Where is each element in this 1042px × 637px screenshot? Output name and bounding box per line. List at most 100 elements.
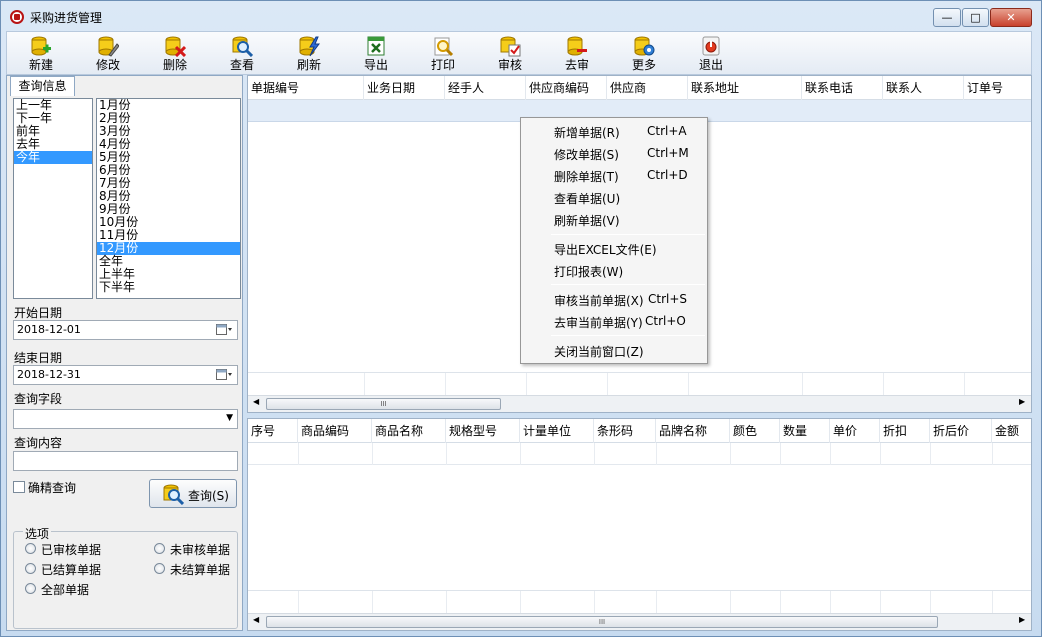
query-field-select[interactable]: ▼ xyxy=(13,409,238,429)
year-list[interactable]: 上一年 下一年 前年 去年 今年 xyxy=(13,98,93,299)
column-divider xyxy=(298,591,299,613)
minimize-button[interactable]: — xyxy=(933,8,961,27)
column-divider xyxy=(656,591,657,613)
column-divider xyxy=(446,443,447,465)
column-header[interactable]: 单据编号 xyxy=(248,76,364,100)
scroll-right-icon[interactable]: ▶ xyxy=(1019,615,1025,624)
column-header[interactable]: 供应商编码 xyxy=(526,76,607,100)
toolbar-print-button[interactable]: 打印 xyxy=(415,34,471,74)
exact-query-checkbox[interactable] xyxy=(13,481,25,493)
column-header[interactable]: 商品编码 xyxy=(298,419,372,443)
chevron-down-icon[interactable]: ▼ xyxy=(226,413,233,423)
column-header[interactable]: 联系电话 xyxy=(802,76,883,100)
toolbar-more-button[interactable]: 更多 xyxy=(616,34,672,74)
column-divider xyxy=(880,443,881,465)
column-header[interactable]: 经手人 xyxy=(445,76,526,100)
calendar-dropdown-icon[interactable] xyxy=(216,369,233,381)
menu-item-export-excel[interactable]: 导出EXCEL文件(E) xyxy=(521,237,707,259)
options-group: 选项 已审核单据 未审核单据 已结算单据 未结算单据 全部单据 xyxy=(13,531,238,629)
scrollbar-thumb[interactable]: III xyxy=(266,398,501,410)
column-header[interactable]: 联系地址 xyxy=(688,76,802,100)
scroll-left-icon[interactable]: ◀ xyxy=(253,615,259,624)
column-header[interactable]: 供应商 xyxy=(607,76,688,100)
column-divider xyxy=(364,373,365,395)
toolbar-exit-button[interactable]: 退出 xyxy=(683,34,739,74)
toolbar-refresh-button[interactable]: 刷新 xyxy=(281,34,337,74)
option-label: 已结算单据 xyxy=(41,561,101,578)
column-header[interactable]: 条形码 xyxy=(594,419,656,443)
toolbar-audit-button[interactable]: 审核 xyxy=(482,34,538,74)
menu-item-add[interactable]: 新增单据(R) Ctrl+A xyxy=(521,120,707,142)
column-header[interactable]: 单价 xyxy=(830,419,880,443)
menu-item-view[interactable]: 查看单据(U) xyxy=(521,186,707,208)
menu-item-unaudit[interactable]: 去审当前单据(Y) Ctrl+O xyxy=(521,310,707,332)
column-divider xyxy=(930,591,931,613)
column-divider xyxy=(992,443,993,465)
toolbar-view-button[interactable]: 查看 xyxy=(214,34,270,74)
menu-item-print[interactable]: 打印报表(W) xyxy=(521,259,707,281)
option-settled-radio[interactable] xyxy=(25,563,36,574)
menu-item-audit[interactable]: 审核当前单据(X) Ctrl+S xyxy=(521,288,707,310)
option-label: 全部单据 xyxy=(41,581,89,598)
column-divider xyxy=(730,443,731,465)
toolbar-delete-button[interactable]: 删除 xyxy=(147,34,203,74)
column-header[interactable]: 序号 xyxy=(248,419,298,443)
query-button[interactable]: 查询(S) xyxy=(149,479,237,508)
menu-item-label: 查看单据(U) xyxy=(554,190,620,207)
column-header[interactable]: 数量 xyxy=(780,419,830,443)
column-header[interactable]: 订单号 xyxy=(964,76,1032,100)
query-content-input[interactable] xyxy=(13,451,238,471)
column-header[interactable]: 联系人 xyxy=(883,76,964,100)
toolbar-label: 退出 xyxy=(683,58,739,72)
menu-item-close-window[interactable]: 关闭当前窗口(Z) xyxy=(521,339,707,361)
column-header[interactable]: 规格型号 xyxy=(446,419,520,443)
column-header[interactable]: 商品名称 xyxy=(372,419,446,443)
list-item-selected[interactable]: 今年 xyxy=(14,151,92,164)
horizontal-scrollbar[interactable]: ◀ III ▶ xyxy=(248,613,1032,630)
menu-item-shortcut: Ctrl+O xyxy=(645,314,686,328)
list-item[interactable]: 下半年 xyxy=(97,281,240,294)
column-divider xyxy=(830,443,831,465)
exact-query-label: 确精查询 xyxy=(28,479,76,496)
menu-item-delete[interactable]: 删除单据(T) Ctrl+D xyxy=(521,164,707,186)
scroll-right-icon[interactable]: ▶ xyxy=(1019,397,1025,406)
app-icon[interactable] xyxy=(10,10,24,24)
column-header[interactable]: 品牌名称 xyxy=(656,419,730,443)
scrollbar-thumb[interactable]: III xyxy=(266,616,938,628)
start-date-picker[interactable]: 2018-12-01 xyxy=(13,320,238,340)
close-button[interactable]: ✕ xyxy=(990,8,1032,27)
column-header[interactable]: 业务日期 xyxy=(364,76,445,100)
calendar-dropdown-icon[interactable] xyxy=(216,324,233,336)
search-icon xyxy=(162,483,184,505)
toolbar-new-button[interactable]: 新建 xyxy=(13,34,69,74)
option-audited-radio[interactable] xyxy=(25,543,36,554)
column-header[interactable]: 计量单位 xyxy=(520,419,594,443)
column-header[interactable]: 折扣 xyxy=(880,419,930,443)
end-date-picker[interactable]: 2018-12-31 xyxy=(13,365,238,385)
toolbar-unaudit-button[interactable]: 去审 xyxy=(549,34,605,74)
edit-icon xyxy=(97,35,119,57)
menu-item-edit[interactable]: 修改单据(S) Ctrl+M xyxy=(521,142,707,164)
option-all-radio[interactable] xyxy=(25,583,36,594)
title-bar: 采购进货管理 — □ ✕ xyxy=(1,1,1041,31)
tab-query-info[interactable]: 查询信息 xyxy=(10,76,75,96)
menu-item-refresh[interactable]: 刷新单据(V) xyxy=(521,208,707,230)
column-divider xyxy=(656,443,657,465)
maximize-button[interactable]: □ xyxy=(962,8,989,27)
table-row[interactable] xyxy=(248,443,1032,465)
horizontal-scrollbar[interactable]: ◀ III ▶ xyxy=(248,395,1032,412)
column-divider xyxy=(992,591,993,613)
option-unaudited-radio[interactable] xyxy=(154,543,165,554)
column-header[interactable]: 折后价 xyxy=(930,419,992,443)
column-divider xyxy=(445,373,446,395)
month-list[interactable]: 1月份 2月份 3月份 4月份 5月份 6月份 7月份 8月份 9月份 10月份… xyxy=(96,98,241,299)
window-title: 采购进货管理 xyxy=(30,9,102,26)
toolbar-export-button[interactable]: 导出 xyxy=(348,34,404,74)
toolbar-edit-button[interactable]: 修改 xyxy=(80,34,136,74)
menu-separator xyxy=(551,284,705,285)
scroll-left-icon[interactable]: ◀ xyxy=(253,397,259,406)
detail-grid[interactable]: 序号 商品编码 商品名称 规格型号 计量单位 条形码 品牌名称 颜色 数量 单价… xyxy=(247,418,1032,631)
column-header[interactable]: 金额 xyxy=(992,419,1032,443)
option-unsettled-radio[interactable] xyxy=(154,563,165,574)
column-header[interactable]: 颜色 xyxy=(730,419,780,443)
